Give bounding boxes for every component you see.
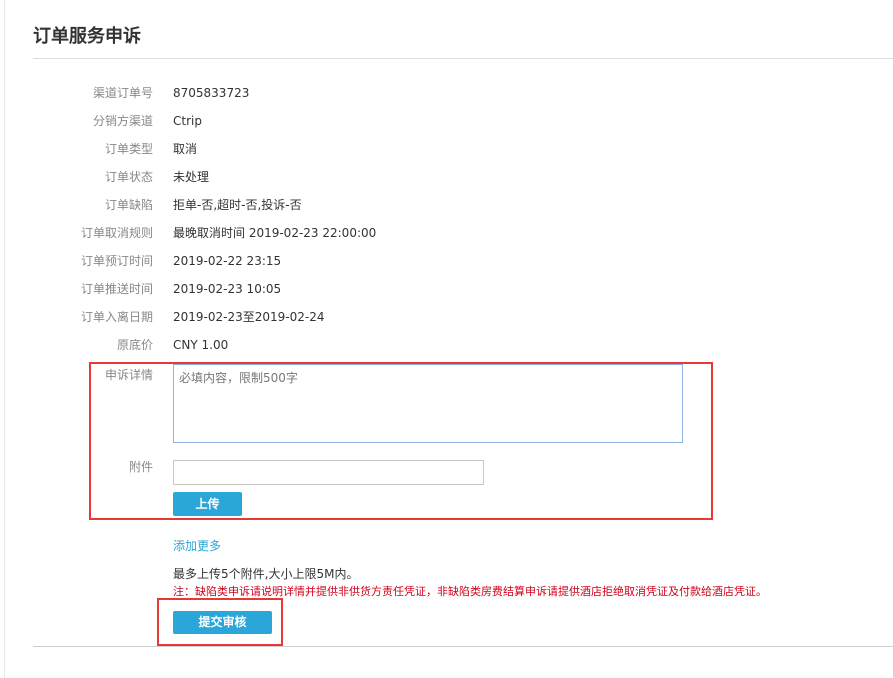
field-value: CNY 1.00 (173, 338, 229, 352)
left-border (4, 0, 5, 678)
field-label: 分销方渠道 (92, 114, 153, 128)
field-label: 订单取消规则 (80, 226, 153, 240)
field-value: 拒单-否,超时-否,投诉-否 (173, 198, 302, 212)
field-value: 未处理 (173, 170, 210, 184)
field-value: 2019-02-22 23:15 (173, 254, 282, 268)
highlight-box-submit (157, 598, 283, 646)
highlight-box-appeal-form (89, 362, 713, 520)
appeal-note: 注：缺陷类申诉请说明详情并提供非供货方责任凭证，非缺陷类房费结算申诉请提供酒店拒… (173, 585, 767, 598)
field-label: 订单预订时间 (80, 254, 153, 268)
field-value: 最晚取消时间 2019-02-23 22:00:00 (173, 226, 377, 240)
add-more-link[interactable]: 添加更多 (173, 537, 221, 554)
page-title: 订单服务申诉 (33, 26, 141, 47)
field-label: 订单推送时间 (80, 282, 153, 296)
bottom-divider (33, 646, 893, 647)
title-divider (33, 58, 893, 59)
field-label: 渠道订单号 (92, 86, 153, 100)
field-label: 订单类型 (104, 142, 153, 156)
field-label: 订单入离日期 (80, 310, 153, 324)
field-value: 2019-02-23 10:05 (173, 282, 282, 296)
field-label: 原底价 (116, 338, 153, 352)
field-value: 取消 (173, 142, 198, 156)
field-label: 订单状态 (104, 170, 153, 184)
field-label: 订单缺陷 (104, 198, 153, 212)
field-value: Ctrip (173, 114, 202, 128)
field-value: 2019-02-23至2019-02-24 (173, 310, 325, 324)
field-value: 8705833723 (173, 86, 250, 100)
upload-limit-text: 最多上传5个附件,大小上限5M内。 (173, 567, 359, 581)
